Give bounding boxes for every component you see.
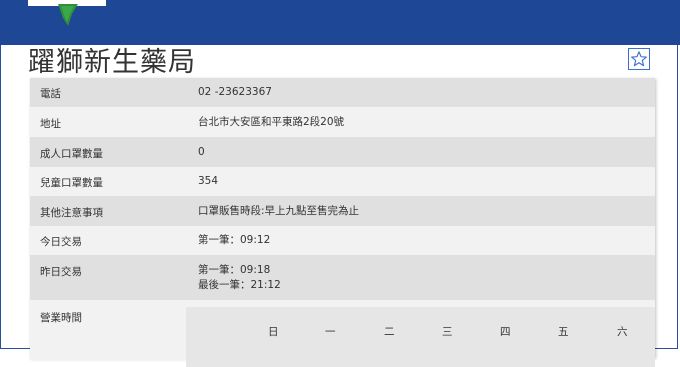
taiwan-map-logo — [28, 0, 106, 26]
row-label: 地址 — [40, 118, 61, 130]
favorite-button[interactable] — [628, 48, 650, 70]
row-label: 兒童口罩數量 — [40, 177, 103, 189]
table-row-yesterday-transactions: 昨日交易 第一筆：09:18 最後一筆：21:12 — [30, 255, 655, 300]
weekday-sun: 日 — [268, 326, 279, 338]
row-label: 其他注意事項 — [40, 207, 103, 219]
star-icon — [631, 51, 647, 67]
table-row-today-transactions: 今日交易 第一筆：09:12 — [30, 226, 655, 255]
address-value: 台北市大安區和平東路2段20號 — [198, 116, 345, 128]
row-label: 今日交易 — [40, 236, 82, 248]
phone-value: 02 -23623367 — [198, 86, 272, 98]
yesterday-last-transaction: 最後一筆：21:12 — [198, 279, 281, 291]
row-label: 電話 — [40, 88, 61, 100]
child-mask-count: 354 — [198, 175, 219, 187]
table-row-adult-masks: 成人口罩數量 0 — [30, 137, 655, 167]
weekday-mon: 一 — [325, 326, 336, 338]
row-label: 昨日交易 — [40, 266, 82, 278]
pharmacy-info-table: 電話 02 -23623367 地址 台北市大安區和平東路2段20號 成人口罩數… — [30, 78, 655, 367]
weekday-tue: 二 — [384, 326, 395, 338]
row-label: 成人口罩數量 — [40, 148, 103, 160]
table-row-address: 地址 台北市大安區和平東路2段20號 — [30, 107, 655, 137]
weekday-thu: 四 — [500, 326, 511, 338]
business-hours-grid: 日 一 二 三 四 五 六 — [186, 307, 655, 367]
header-banner — [0, 0, 680, 45]
weekday-sat: 六 — [617, 326, 628, 338]
adult-mask-count: 0 — [198, 146, 205, 158]
pharmacy-name: 躍獅新生藥局 — [28, 47, 196, 78]
today-transaction-value: 第一筆：09:12 — [198, 234, 271, 246]
table-row-phone: 電話 02 -23623367 — [30, 78, 655, 107]
row-label: 營業時間 — [40, 312, 82, 324]
table-row-notes: 其他注意事項 口罩販售時段:早上九點至售完為止 — [30, 196, 655, 226]
notes-value: 口罩販售時段:早上九點至售完為止 — [198, 205, 360, 217]
weekday-wed: 三 — [442, 326, 453, 338]
table-row-child-masks: 兒童口罩數量 354 — [30, 167, 655, 196]
yesterday-first-transaction: 第一筆：09:18 — [198, 264, 271, 276]
weekday-fri: 五 — [558, 326, 569, 338]
